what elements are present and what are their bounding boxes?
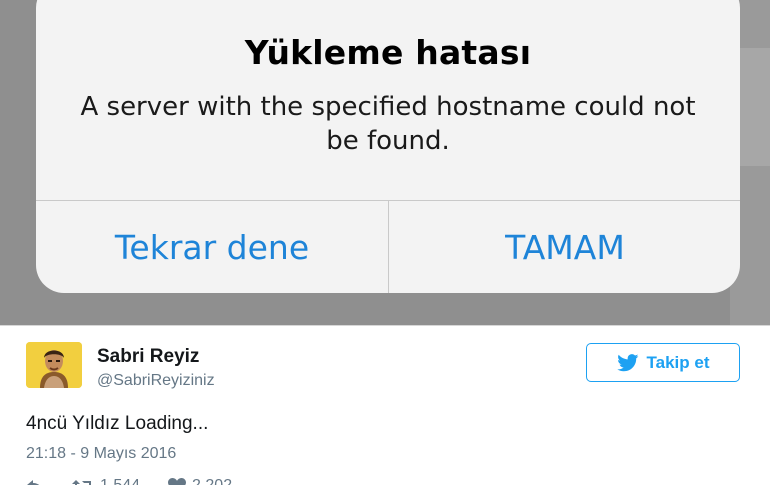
retweet-count: 1.544	[100, 477, 140, 485]
divider	[0, 325, 770, 326]
reply-icon	[27, 480, 40, 485]
embedded-screenshot: Yükleme hatası A server with the specifi…	[0, 0, 770, 325]
author-handle[interactable]: @SabriReyiziniz	[97, 372, 215, 390]
follow-label: Takip et	[646, 352, 710, 372]
twitter-bird-icon	[616, 353, 638, 371]
like-action[interactable]: 2.202	[168, 477, 232, 485]
retweet-action[interactable]: 1.544	[72, 477, 140, 485]
follow-button[interactable]: Takip et	[586, 343, 740, 382]
retweet-icon	[72, 480, 91, 485]
alert-message: A server with the specified hostname cou…	[80, 92, 696, 156]
author-name[interactable]: Sabri Reyiz	[97, 346, 199, 368]
avatar-portrait-icon	[26, 342, 82, 388]
alert-title: Yükleme hatası	[244, 33, 532, 72]
avatar[interactable]	[26, 342, 82, 388]
tweet-timestamp[interactable]: 21:18 - 9 Mayıs 2016	[26, 445, 176, 463]
tweet-text: 4ncü Yıldız Loading...	[26, 413, 209, 434]
error-alert-dialog: Yükleme hatası A server with the specifi…	[36, 0, 740, 293]
heart-icon	[168, 478, 187, 485]
reply-action[interactable]	[26, 478, 44, 485]
retry-button[interactable]: Tekrar dene	[36, 201, 388, 293]
like-count: 2.202	[192, 477, 232, 485]
tweet-actions: 1.544 2.202	[26, 476, 260, 485]
ok-button[interactable]: TAMAM	[389, 201, 740, 293]
